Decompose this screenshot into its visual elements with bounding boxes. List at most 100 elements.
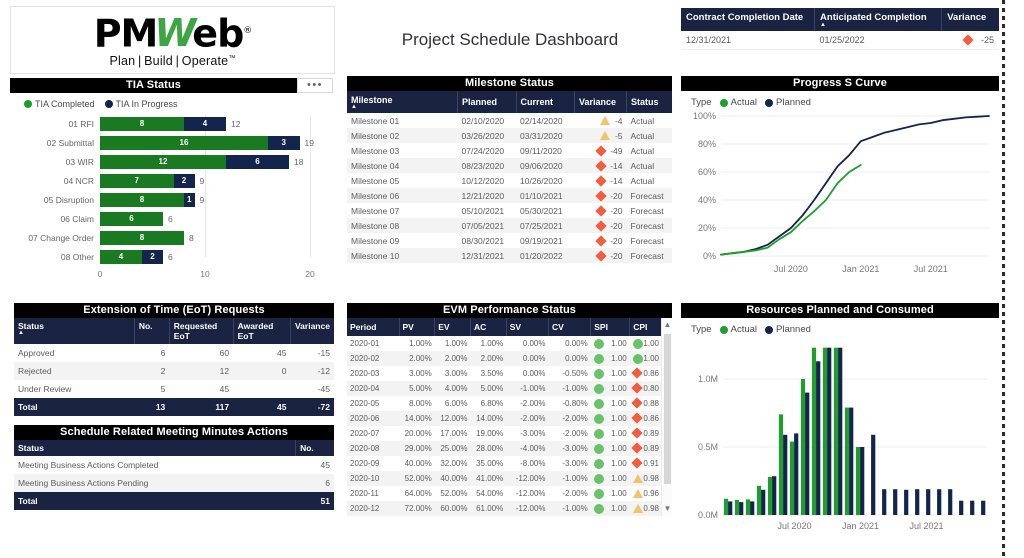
tia-bar-row[interactable]: 04 NCR729 [10, 172, 335, 189]
col-variance[interactable]: Variance [942, 8, 999, 31]
col-status[interactable]: Status [14, 440, 296, 456]
sort-asc-icon: ▲ [18, 331, 130, 335]
table-row[interactable]: Under Review545-45 [14, 380, 334, 398]
table-row[interactable]: Milestone 0612/21/202001/10/2021-20Forec… [347, 188, 672, 203]
col-variance[interactable]: Variance [575, 91, 627, 113]
col-status[interactable]: Status▲ [14, 318, 134, 344]
evm-scrollbar[interactable]: ▲ ▼ [661, 318, 672, 516]
table-row[interactable]: 2020-011.00%1.00%1.00%0.00%0.00%1.001.00 [347, 336, 672, 351]
circle-green-icon [594, 429, 604, 439]
table-row[interactable]: Milestone 0705/10/202105/30/2021-20Forec… [347, 203, 672, 218]
col-no[interactable]: No. [296, 440, 334, 456]
legend-item-planned[interactable]: Planned [765, 97, 811, 108]
bar-planned [816, 361, 820, 515]
more-options-icon[interactable]: ••• [297, 78, 333, 93]
bar-segment-completed[interactable]: 4 [100, 250, 142, 264]
cell-milestone: Milestone 05 [347, 173, 458, 188]
bar-segment-in-progress[interactable]: 2 [142, 250, 163, 264]
legend-item-actual[interactable]: Actual [720, 324, 757, 335]
table-row[interactable]: Milestone 1012/31/202101/20/2022-20Forec… [347, 248, 672, 263]
table-row[interactable]: 2020-1272.00%60.00%61.00%-12.00%-1.00%1.… [347, 501, 672, 516]
col-ev[interactable]: EV [435, 318, 471, 336]
cell-cv: -2.00% [549, 426, 591, 441]
eot-grid: Status▲ No. Requested EoT Awarded EoT Va… [14, 318, 334, 416]
col-period[interactable]: Period [347, 318, 399, 336]
legend-item-tia-in-progress[interactable]: TIA In Progress [105, 99, 178, 109]
table-row[interactable]: 2020-022.00%2.00%2.00%0.00%0.00%1.001.00 [347, 351, 672, 366]
table-row[interactable]: Milestone 0307/24/202009/11/2020-49Actua… [347, 143, 672, 158]
tia-bar-row[interactable]: 05 Disruption819 [10, 191, 335, 208]
table-row[interactable]: Approved66045-15 [14, 344, 334, 362]
table-row[interactable]: Milestone 0908/30/202109/19/2021-20Forec… [347, 233, 672, 248]
col-variance[interactable]: Variance [290, 318, 334, 344]
table-row[interactable]: 2020-1052.00%40.00%41.00%-12.00%-1.00%1.… [347, 471, 672, 486]
bar-segment-completed[interactable]: 12 [100, 155, 226, 169]
table-row[interactable]: Meeting Business Actions Pending6 [14, 474, 334, 492]
scroll-up-icon[interactable]: ▲ [662, 318, 673, 332]
col-anticipated-completion[interactable]: Anticipated Completion▲ [815, 8, 942, 31]
resources-legend: Type Actual Planned [681, 318, 999, 335]
bar-segment-completed[interactable]: 7 [100, 174, 174, 188]
tia-bar-row[interactable]: 08 Other426 [10, 248, 335, 265]
col-spi[interactable]: SPI [591, 318, 630, 336]
bar-segment-in-progress[interactable]: 6 [226, 155, 289, 169]
bar-segment-in-progress[interactable]: 4 [184, 117, 226, 131]
evm-grid: Period PV EV AC SV CV SPI CPI 2020-011.0… [347, 318, 672, 516]
cell-period: 2020-07 [347, 426, 399, 441]
col-status[interactable]: Status [627, 91, 673, 113]
table-row[interactable]: Milestone 0510/12/202010/26/2020-14Actua… [347, 173, 672, 188]
table-row[interactable]: Milestone 0203/26/202003/31/2020-5Actual [347, 128, 672, 143]
col-planned[interactable]: Planned [458, 91, 517, 113]
col-milestone[interactable]: Milestone▲ [347, 91, 458, 113]
col-no[interactable]: No. [134, 318, 169, 344]
scrollbar-thumb[interactable] [664, 334, 671, 484]
svg-text:0%: 0% [703, 251, 716, 261]
table-row[interactable]: 2020-1164.00%52.00%54.00%-12.00%-2.00%1.… [347, 486, 672, 501]
cell-cv: 0.00% [549, 336, 591, 351]
table-row[interactable]: 2020-0940.00%32.00%35.00%-8.00%-3.00%1.0… [347, 456, 672, 471]
table-row[interactable]: Milestone 0408/23/202009/06/2020-14Actua… [347, 158, 672, 173]
cell-milestone: Milestone 04 [347, 158, 458, 173]
col-requested-eot[interactable]: Requested EoT [169, 318, 233, 344]
tia-bar-row[interactable]: 06 Claim66 [10, 210, 335, 227]
table-row[interactable]: 2020-045.00%4.00%5.00%-1.00%-1.00%1.000.… [347, 381, 672, 396]
col-contract-completion-date[interactable]: Contract Completion Date [681, 8, 815, 31]
table-row[interactable]: Rejected2120-12 [14, 362, 334, 380]
table-row[interactable]: 2020-058.00%6.00%6.80%-2.00%-0.80%1.000.… [347, 396, 672, 411]
bar-segment-completed[interactable]: 8 [100, 117, 184, 131]
table-row[interactable]: Meeting Business Actions Completed45 [14, 456, 334, 474]
col-cv[interactable]: CV [549, 318, 591, 336]
col-pv[interactable]: PV [399, 318, 435, 336]
bar-segment-completed[interactable]: 6 [100, 212, 163, 226]
legend-item-planned[interactable]: Planned [765, 324, 811, 335]
table-row[interactable]: 2020-0720.00%17.00%19.00%-3.00%-2.00%1.0… [347, 426, 672, 441]
tia-bar-row[interactable]: 02 Submittal16319 [10, 134, 335, 151]
legend-item-actual[interactable]: Actual [720, 97, 757, 108]
tia-bar-row[interactable]: 01 RFI8412 [10, 115, 335, 132]
legend-item-tia-completed[interactable]: TIA Completed [24, 99, 95, 109]
bar-segment-in-progress[interactable]: 1 [184, 193, 195, 207]
col-awarded-eot[interactable]: Awarded EoT [233, 318, 290, 344]
scurve-plot[interactable]: 0%20%40%60%80%100%Jul 2020Jan 2021Jul 20… [681, 108, 999, 280]
bar-segment-in-progress[interactable]: 3 [268, 136, 300, 150]
col-current[interactable]: Current [516, 91, 575, 113]
bar-segment-completed[interactable]: 16 [100, 136, 268, 150]
scroll-down-icon[interactable]: ▼ [662, 502, 673, 516]
col-sv[interactable]: SV [506, 318, 548, 336]
resources-plot[interactable]: 0.0M0.5M1.0MJul 2020Jan 2021Jul 2021 [681, 335, 999, 545]
bar-segment-completed[interactable]: 8 [100, 231, 184, 245]
tia-bar-row[interactable]: 07 Change Order88 [10, 229, 335, 246]
table-row[interactable]: 2020-0614.00%12.00%14.00%-2.00%-2.00%1.0… [347, 411, 672, 426]
table-row[interactable]: 2020-033.00%3.00%3.50%0.00%-0.50%1.000.8… [347, 366, 672, 381]
table-row[interactable]: 2020-0829.00%25.00%28.00%-4.00%-3.00%1.0… [347, 441, 672, 456]
table-row[interactable]: Milestone 0807/05/202107/25/2021-20Forec… [347, 218, 672, 233]
bar-segment-completed[interactable]: 8 [100, 193, 184, 207]
bar-total-label: 6 [168, 212, 173, 226]
table-row[interactable]: Milestone 0102/10/202002/14/2020-4Actual [347, 113, 672, 128]
tia-bar-chart[interactable]: 01 RFI8412 02 Submittal16319 03 WIR12618 04… [10, 115, 335, 280]
circle-green-icon [594, 414, 604, 424]
bar-segment-in-progress[interactable]: 2 [174, 174, 195, 188]
col-ac[interactable]: AC [471, 318, 507, 336]
table-row[interactable]: 12/31/2021 01/25/2022 -25 [681, 31, 999, 50]
tia-bar-row[interactable]: 03 WIR12618 [10, 153, 335, 170]
